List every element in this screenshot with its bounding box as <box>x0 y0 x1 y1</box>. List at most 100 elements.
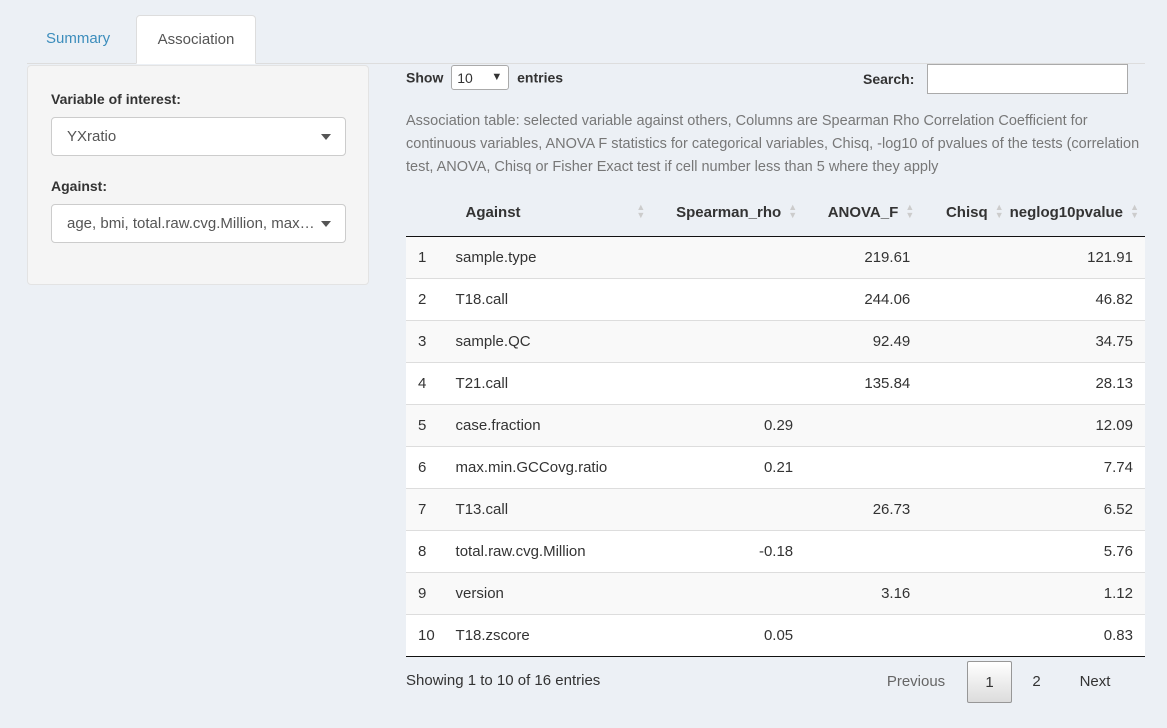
neglog10pvalue-cell: 0.83 <box>1009 614 1145 657</box>
spearman-rho-cell <box>651 278 804 321</box>
chevron-down-icon <box>321 134 331 140</box>
against-cell: T13.call <box>455 488 652 531</box>
neglog10pvalue-cell: 7.74 <box>1009 446 1145 489</box>
spearman-rho-cell: 0.21 <box>651 446 804 489</box>
index-cell: 1 <box>406 236 456 279</box>
header-anova-f[interactable]: ANOVA_F ▲ ▼ <box>803 189 921 237</box>
header-anova-f-label: ANOVA_F <box>827 204 899 221</box>
spearman-rho-cell <box>651 236 804 279</box>
table-body: 1 sample.type 219.61 121.91 2 T18.call 244.06 4… <box>406 236 1145 657</box>
page-2-button[interactable]: 2 <box>1014 661 1059 703</box>
index-cell: 3 <box>406 320 456 363</box>
chisq-cell <box>920 530 1010 573</box>
entries-label: entries <box>517 69 564 86</box>
against-cell: T21.call <box>455 362 652 405</box>
sort-icon: ▲ ▼ <box>788 202 798 220</box>
header-neglog10pvalue[interactable]: neglog10pvalue ▲ ▼ <box>1009 189 1145 237</box>
against-value: age, bmi, total.raw.cvg.Million, max.min… <box>67 215 317 232</box>
previous-button[interactable]: Previous <box>872 661 960 703</box>
dropdown-arrow-icon: ▼ <box>491 71 503 83</box>
table-info: Showing 1 to 10 of 16 entries <box>406 672 601 689</box>
header-index <box>406 189 456 237</box>
index-cell: 7 <box>406 488 456 531</box>
anova-f-cell <box>803 404 921 447</box>
spearman-rho-cell <box>651 362 804 405</box>
tab-association[interactable]: Association <box>136 15 256 64</box>
chisq-cell <box>920 236 1010 279</box>
against-cell: sample.QC <box>455 320 652 363</box>
table-row[interactable]: 7 T13.call 26.73 6.52 <box>406 488 1145 531</box>
neglog10pvalue-cell: 12.09 <box>1009 404 1145 447</box>
chisq-cell <box>920 362 1010 405</box>
variable-of-interest-value: YXratio <box>67 128 117 145</box>
spearman-rho-cell <box>651 572 804 615</box>
show-label: Show <box>406 69 444 86</box>
sidebar-panel: Variable of interest: YXratio Against: a… <box>27 65 369 285</box>
index-cell: 8 <box>406 530 456 573</box>
table-row[interactable]: 2 T18.call 244.06 46.82 <box>406 278 1145 321</box>
page-length-value: 10 <box>457 69 473 86</box>
against-cell: sample.type <box>455 236 652 279</box>
spearman-rho-cell: 0.29 <box>651 404 804 447</box>
neglog10pvalue-cell: 5.76 <box>1009 530 1145 573</box>
chisq-cell <box>920 278 1010 321</box>
sort-icon: ▲ ▼ <box>905 202 915 220</box>
page-1-button[interactable]: 1 <box>967 661 1012 703</box>
table-row[interactable]: 9 version 3.16 1.12 <box>406 572 1145 615</box>
sort-icon: ▲ ▼ <box>1130 202 1139 220</box>
header-chisq[interactable]: Chisq ▲ ▼ <box>920 189 1010 237</box>
neglog10pvalue-cell: 6.52 <box>1009 488 1145 531</box>
anova-f-cell <box>803 614 921 657</box>
anova-f-cell <box>803 530 921 573</box>
table-row[interactable]: 4 T21.call 135.84 28.13 <box>406 362 1145 405</box>
sort-icon: ▲ ▼ <box>994 202 1004 220</box>
chevron-down-icon <box>321 221 331 227</box>
spearman-rho-cell: -0.18 <box>651 530 804 573</box>
index-cell: 5 <box>406 404 456 447</box>
anova-f-cell: 219.61 <box>803 236 921 279</box>
chisq-cell <box>920 488 1010 531</box>
chisq-cell <box>920 614 1010 657</box>
search-input[interactable] <box>927 64 1128 94</box>
neglog10pvalue-cell: 1.12 <box>1009 572 1145 615</box>
anova-f-cell <box>803 446 921 489</box>
against-select[interactable]: age, bmi, total.raw.cvg.Million, max.min… <box>51 204 346 243</box>
table-row[interactable]: 1 sample.type 219.61 121.91 <box>406 236 1145 279</box>
variable-of-interest-select[interactable]: YXratio <box>51 117 346 156</box>
table-row[interactable]: 10 T18.zscore 0.05 0.83 <box>406 614 1145 657</box>
header-chisq-label: Chisq <box>945 204 988 221</box>
index-cell: 10 <box>406 614 456 657</box>
against-cell: T18.call <box>455 278 652 321</box>
chisq-cell <box>920 404 1010 447</box>
table-row[interactable]: 5 case.fraction 0.29 12.09 <box>406 404 1145 447</box>
header-against-label: Against <box>465 204 521 221</box>
against-label: Against: <box>51 178 107 194</box>
table-row[interactable]: 6 max.min.GCCovg.ratio 0.21 7.74 <box>406 446 1145 489</box>
next-button[interactable]: Next <box>1068 661 1122 703</box>
chisq-cell <box>920 572 1010 615</box>
tab-bar: Summary Association <box>27 15 1145 64</box>
spearman-rho-cell <box>651 488 804 531</box>
tab-summary[interactable]: Summary <box>27 15 129 63</box>
index-cell: 9 <box>406 572 456 615</box>
against-cell: case.fraction <box>455 404 652 447</box>
header-against[interactable]: Against ▲ ▼ <box>455 189 652 237</box>
against-cell: total.raw.cvg.Million <box>455 530 652 573</box>
chisq-cell <box>920 320 1010 363</box>
anova-f-cell: 135.84 <box>803 362 921 405</box>
neglog10pvalue-cell: 34.75 <box>1009 320 1145 363</box>
index-cell: 2 <box>406 278 456 321</box>
length-control: Show 10 ▼ entries <box>406 65 563 90</box>
page-length-select[interactable]: 10 ▼ <box>451 65 510 90</box>
anova-f-cell: 244.06 <box>803 278 921 321</box>
anova-f-cell: 92.49 <box>803 320 921 363</box>
table-row[interactable]: 8 total.raw.cvg.Million -0.18 5.76 <box>406 530 1145 573</box>
variable-of-interest-label: Variable of interest: <box>51 91 181 107</box>
header-neglog10pvalue-label: neglog10pvalue <box>1009 204 1123 221</box>
index-cell: 6 <box>406 446 456 489</box>
index-cell: 4 <box>406 362 456 405</box>
anova-f-cell: 26.73 <box>803 488 921 531</box>
table-row[interactable]: 3 sample.QC 92.49 34.75 <box>406 320 1145 363</box>
header-spearman-rho[interactable]: Spearman_rho ▲ ▼ <box>651 189 804 237</box>
neglog10pvalue-cell: 121.91 <box>1009 236 1145 279</box>
